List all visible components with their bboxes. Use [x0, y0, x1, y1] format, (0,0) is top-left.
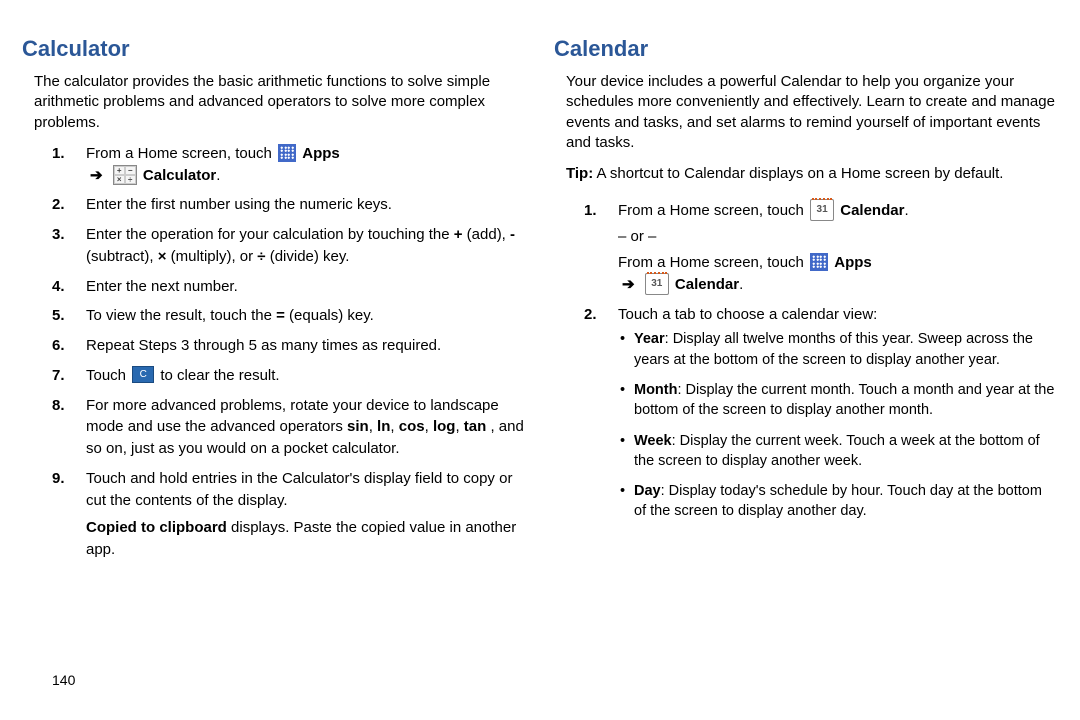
- text: From a Home screen, touch: [86, 145, 276, 162]
- calc-step-2: Enter the first number using the numeric…: [52, 194, 526, 216]
- text: To view the result, touch the: [86, 307, 276, 324]
- calendar-label: Calendar: [840, 202, 904, 219]
- text: .: [739, 276, 743, 293]
- label: Year: [634, 331, 665, 347]
- text: to clear the result.: [160, 367, 279, 384]
- text: tan: [464, 418, 487, 435]
- text: -: [510, 226, 515, 243]
- text: ,: [455, 418, 463, 435]
- text: (divide) key.: [266, 248, 350, 265]
- label: Week: [634, 433, 672, 449]
- calculator-icon: +−×÷: [113, 165, 137, 185]
- text: ln: [377, 418, 390, 435]
- calc-step-1: From a Home screen, touch Apps ➔ +−×÷ Ca…: [52, 143, 526, 187]
- calendar-section: Calendar Your device includes a powerful…: [554, 36, 1058, 569]
- text: : Display today's schedule by hour. Touc…: [634, 483, 1042, 519]
- text: ÷: [257, 248, 265, 265]
- apps-grid-icon: [810, 253, 828, 271]
- calc-step-7: Touch C to clear the result.: [52, 365, 526, 387]
- calculator-section: Calculator The calculator provides the b…: [22, 36, 526, 569]
- text: (equals) key.: [289, 307, 374, 324]
- text: ,: [369, 418, 377, 435]
- manual-page: Calculator The calculator provides the b…: [0, 0, 1080, 579]
- text: Touch and hold entries in the Calculator…: [86, 470, 512, 509]
- text: sin: [347, 418, 369, 435]
- text: log: [433, 418, 456, 435]
- tip-text: A shortcut to Calendar displays on a Hom…: [593, 165, 1003, 182]
- text: : Display all twelve months of this year…: [634, 331, 1033, 367]
- calendar-intro: Your device includes a powerful Calendar…: [566, 72, 1058, 153]
- apps-label: Apps: [302, 145, 340, 162]
- calendar-steps: From a Home screen, touch Calendar. – or…: [584, 200, 1058, 522]
- view-day: Day: Display today's schedule by hour. T…: [618, 481, 1058, 522]
- text: cos: [399, 418, 425, 435]
- text: Touch a tab to choose a calendar view:: [618, 306, 877, 323]
- calendar-label: Calendar: [675, 276, 739, 293]
- calc-step-3: Enter the operation for your calculation…: [52, 224, 526, 268]
- text: ,: [425, 418, 433, 435]
- view-week: Week: Display the current week. Touch a …: [618, 431, 1058, 472]
- cal-step-1: From a Home screen, touch Calendar. – or…: [584, 200, 1058, 296]
- calculator-steps: From a Home screen, touch Apps ➔ +−×÷ Ca…: [52, 143, 526, 561]
- or-separator: – or –: [618, 226, 1058, 248]
- calculator-label: Calculator: [143, 167, 216, 184]
- calculator-heading: Calculator: [22, 36, 526, 62]
- text: (subtract),: [86, 248, 158, 265]
- calendar-heading: Calendar: [554, 36, 1058, 62]
- clear-key-icon: C: [132, 366, 154, 383]
- arrow-icon: ➔: [618, 276, 639, 293]
- text: .: [904, 202, 908, 219]
- arrow-icon: ➔: [86, 167, 107, 184]
- calculator-intro: The calculator provides the basic arithm…: [34, 72, 526, 133]
- calc-step-9: Touch and hold entries in the Calculator…: [52, 468, 526, 561]
- calendar-icon: [810, 199, 834, 221]
- label: Day: [634, 483, 661, 499]
- text: Touch: [86, 367, 130, 384]
- text: : Display the current month. Touch a mon…: [634, 382, 1054, 418]
- text: +: [454, 226, 463, 243]
- calendar-icon: [645, 273, 669, 295]
- text: =: [276, 307, 285, 324]
- calc-step-8: For more advanced problems, rotate your …: [52, 395, 526, 460]
- text: ,: [390, 418, 398, 435]
- view-list: Year: Display all twelve months of this …: [618, 329, 1058, 521]
- view-month: Month: Display the current month. Touch …: [618, 380, 1058, 421]
- tip-label: Tip:: [566, 165, 593, 182]
- label: Month: [634, 382, 677, 398]
- calc-step-6: Repeat Steps 3 through 5 as many times a…: [52, 335, 526, 357]
- text: Enter the operation for your calculation…: [86, 226, 454, 243]
- page-number: 140: [52, 672, 75, 688]
- text: From a Home screen, touch: [618, 202, 808, 219]
- apps-label: Apps: [834, 254, 872, 271]
- text: .: [216, 167, 220, 184]
- text: : Display the current week. Touch a week…: [634, 433, 1040, 469]
- view-year: Year: Display all twelve months of this …: [618, 329, 1058, 370]
- text: (add),: [463, 226, 511, 243]
- cal-step-2: Touch a tab to choose a calendar view: Y…: [584, 304, 1058, 522]
- text: Copied to clipboard: [86, 519, 227, 536]
- text: From a Home screen, touch: [618, 254, 808, 271]
- calc-step-5: To view the result, touch the = (equals)…: [52, 305, 526, 327]
- apps-grid-icon: [278, 144, 296, 162]
- text: (multiply), or: [166, 248, 257, 265]
- calc-step-4: Enter the next number.: [52, 276, 526, 298]
- calendar-tip: Tip: A shortcut to Calendar displays on …: [566, 163, 1058, 184]
